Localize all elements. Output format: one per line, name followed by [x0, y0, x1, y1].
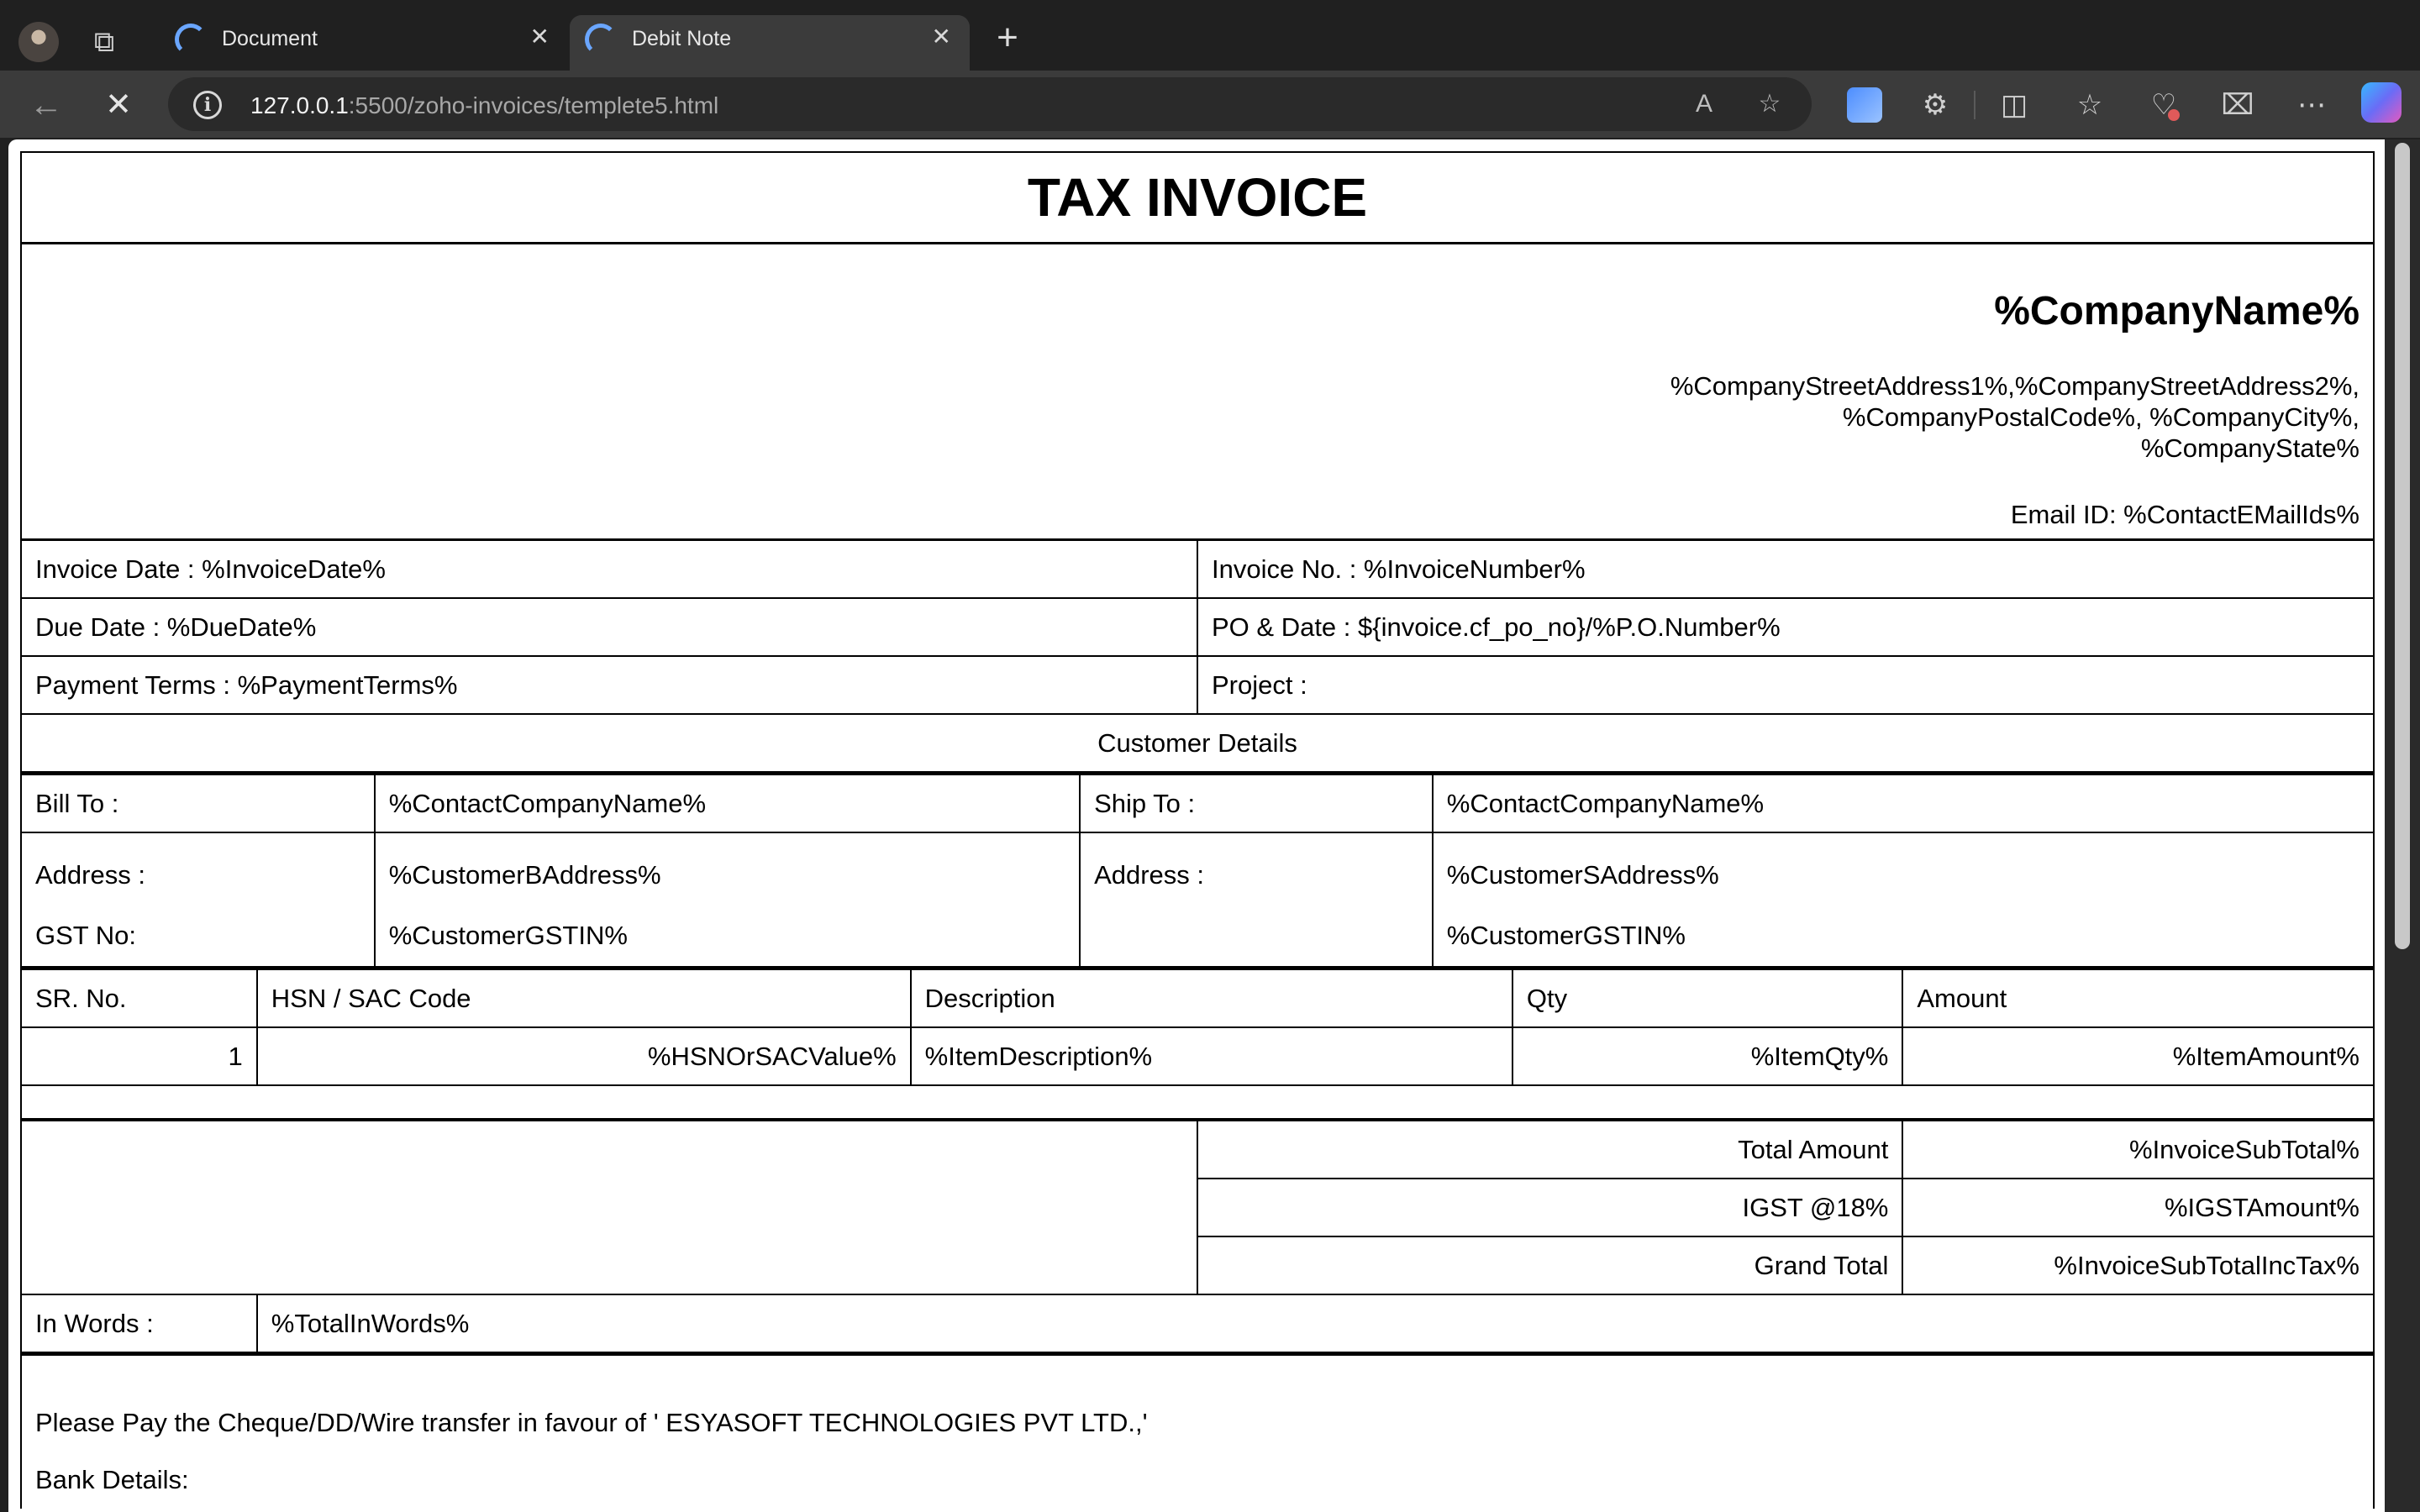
- bill-to-value: %ContactCompanyName%: [373, 773, 1081, 833]
- loading-spinner-icon: [585, 24, 617, 55]
- billing-gstin: %CustomerGSTIN%: [388, 921, 628, 950]
- more-menu-icon[interactable]: ⋯: [2292, 86, 2331, 124]
- customer-details-heading: Customer Details: [22, 713, 2373, 773]
- company-address: %CompanyStreetAddress1%,%CompanyStreetAd…: [1670, 371, 2360, 463]
- page-viewport: TAX INVOICE %CompanyName% %CompanyStreet…: [8, 139, 2385, 1512]
- copilot-icon[interactable]: [2361, 82, 2402, 123]
- section-gap: [22, 1084, 2373, 1120]
- igst-value: %IGSTAmount%: [1902, 1178, 2373, 1237]
- po-date: PO & Date : ${invoice.cf_po_no}/%P.O.Num…: [1197, 597, 2373, 657]
- payment-footer: Please Pay the Cheque/DD/Wire transfer i…: [22, 1353, 2373, 1509]
- vertical-scrollbar[interactable]: [2385, 139, 2420, 1512]
- item-qty: %ItemQty%: [1511, 1026, 1904, 1086]
- bill-to-label: Bill To :: [22, 773, 376, 833]
- split-screen-icon[interactable]: ◫: [1995, 86, 2033, 124]
- bank-details-label: Bank Details:: [35, 1465, 189, 1494]
- item-sr-no: 1: [22, 1026, 258, 1086]
- address-bar[interactable]: i 127.0.0.1:5500/zoho-invoices/templete5…: [168, 77, 1812, 131]
- grand-total-label: Grand Total: [1197, 1236, 1904, 1295]
- project: Project :: [1197, 655, 2373, 715]
- invoice-date: Invoice Date : %InvoiceDate%: [22, 541, 1198, 599]
- toolbar-divider: [1974, 91, 1975, 119]
- due-date: Due Date : %DueDate%: [22, 597, 1198, 657]
- item-hsn: %HSNOrSACValue%: [255, 1026, 912, 1086]
- items-header-row: SR. No. HSN / SAC Code Description Qty A…: [22, 968, 2373, 1028]
- payment-terms: Payment Terms : %PaymentTerms%: [22, 655, 1198, 715]
- invoice-meta-table: Invoice Date : %InvoiceDate% Invoice No.…: [22, 541, 2373, 773]
- new-tab-icon[interactable]: +: [992, 19, 1023, 56]
- payment-note: Please Pay the Cheque/DD/Wire transfer i…: [35, 1408, 1148, 1437]
- shipping-gstin: %CustomerGSTIN%: [1446, 921, 1686, 950]
- item-description: %ItemDescription%: [909, 1026, 1513, 1086]
- totals-blank-area: [22, 1120, 1198, 1295]
- billing-address-labels: Address : GST No:: [22, 832, 376, 968]
- totals-table: Total Amount %InvoiceSubTotal% IGST @18%…: [22, 1120, 2373, 1353]
- tab-debit-note[interactable]: Debit Note ✕: [570, 15, 970, 71]
- billing-address: %CustomerBAddress%: [388, 860, 661, 890]
- company-name: %CompanyName%: [1994, 289, 2360, 333]
- favorites-icon[interactable]: ☆: [2070, 86, 2109, 124]
- shipping-address: %CustomerSAddress%: [1446, 860, 1719, 890]
- billing-address-values: %CustomerBAddress% %CustomerGSTIN%: [373, 832, 1081, 968]
- stop-loading-icon[interactable]: ✕: [99, 86, 138, 124]
- profile-avatar[interactable]: [18, 22, 59, 62]
- total-amount-label: Total Amount: [1196, 1120, 1904, 1179]
- invoice-number: Invoice No. : %InvoiceNumber%: [1197, 541, 2373, 599]
- ship-to-label: Ship To :: [1079, 773, 1434, 833]
- shipping-address-labels: Address :: [1079, 832, 1434, 968]
- items-table: SR. No. HSN / SAC Code Description Qty A…: [22, 968, 2373, 1120]
- gst-label: GST No:: [35, 921, 137, 950]
- grand-total-value: %InvoiceSubTotalIncTax%: [1902, 1236, 2373, 1295]
- item-amount: %ItemAmount%: [1902, 1026, 2373, 1086]
- tab-strip: ⧉ Document ✕ Debit Note ✕ +: [0, 0, 2420, 71]
- address-label: Address :: [35, 860, 145, 890]
- tab-actions-icon[interactable]: ⧉: [87, 25, 121, 59]
- in-words-value: %TotalInWords%: [255, 1294, 2373, 1353]
- invoice-document: TAX INVOICE %CompanyName% %CompanyStreet…: [20, 151, 2375, 1509]
- ship-to-value: %ContactCompanyName%: [1431, 773, 2373, 833]
- table-row: 1 %HSNOrSACValue% %ItemDescription% %Ite…: [22, 1026, 2373, 1086]
- address-label: Address :: [1094, 860, 1205, 890]
- col-header-hsn: HSN / SAC Code: [255, 968, 912, 1028]
- favorite-star-icon[interactable]: ☆: [1753, 87, 1786, 121]
- col-header-qty: Qty: [1511, 968, 1904, 1028]
- col-header-description: Description: [909, 968, 1513, 1028]
- invoice-title-table: TAX INVOICE: [22, 153, 2373, 244]
- company-block: %CompanyName% %CompanyStreetAddress1%,%C…: [22, 244, 2373, 541]
- back-arrow-icon[interactable]: ←: [27, 86, 66, 124]
- company-email: Email ID: %ContactEMailIds%: [2010, 500, 2360, 529]
- read-aloud-icon[interactable]: A: [1687, 87, 1721, 121]
- loading-spinner-icon: [175, 24, 207, 55]
- notification-badge: [2168, 109, 2180, 121]
- tab-title: Document: [222, 27, 318, 50]
- extensions-puzzle-icon[interactable]: ⚙: [1916, 86, 1954, 124]
- browser-toolbar: ← ✕ i 127.0.0.1:5500/zoho-invoices/templ…: [0, 71, 2420, 138]
- close-tab-icon[interactable]: ✕: [932, 25, 951, 49]
- total-amount-value: %InvoiceSubTotal%: [1902, 1120, 2373, 1179]
- in-words-label: In Words :: [22, 1294, 258, 1353]
- tab-document[interactable]: Document ✕: [160, 15, 568, 71]
- close-tab-icon[interactable]: ✕: [530, 25, 550, 49]
- extension-icon[interactable]: [1847, 87, 1882, 123]
- url-text[interactable]: 127.0.0.1:5500/zoho-invoices/templete5.h…: [250, 92, 718, 119]
- col-header-amount: Amount: [1902, 968, 2373, 1028]
- invoice-title: TAX INVOICE: [22, 153, 2373, 244]
- scrollbar-thumb[interactable]: [2395, 143, 2410, 949]
- customer-table: Bill To : %ContactCompanyName% Ship To :…: [22, 773, 2373, 968]
- shipping-address-values: %CustomerSAddress% %CustomerGSTIN%: [1431, 832, 2373, 968]
- site-info-icon[interactable]: i: [193, 91, 222, 119]
- screenshot-icon[interactable]: ⌧: [2218, 86, 2257, 124]
- col-header-sr-no: SR. No.: [22, 968, 258, 1028]
- tab-title: Debit Note: [632, 27, 732, 50]
- igst-label: IGST @18%: [1197, 1178, 1904, 1237]
